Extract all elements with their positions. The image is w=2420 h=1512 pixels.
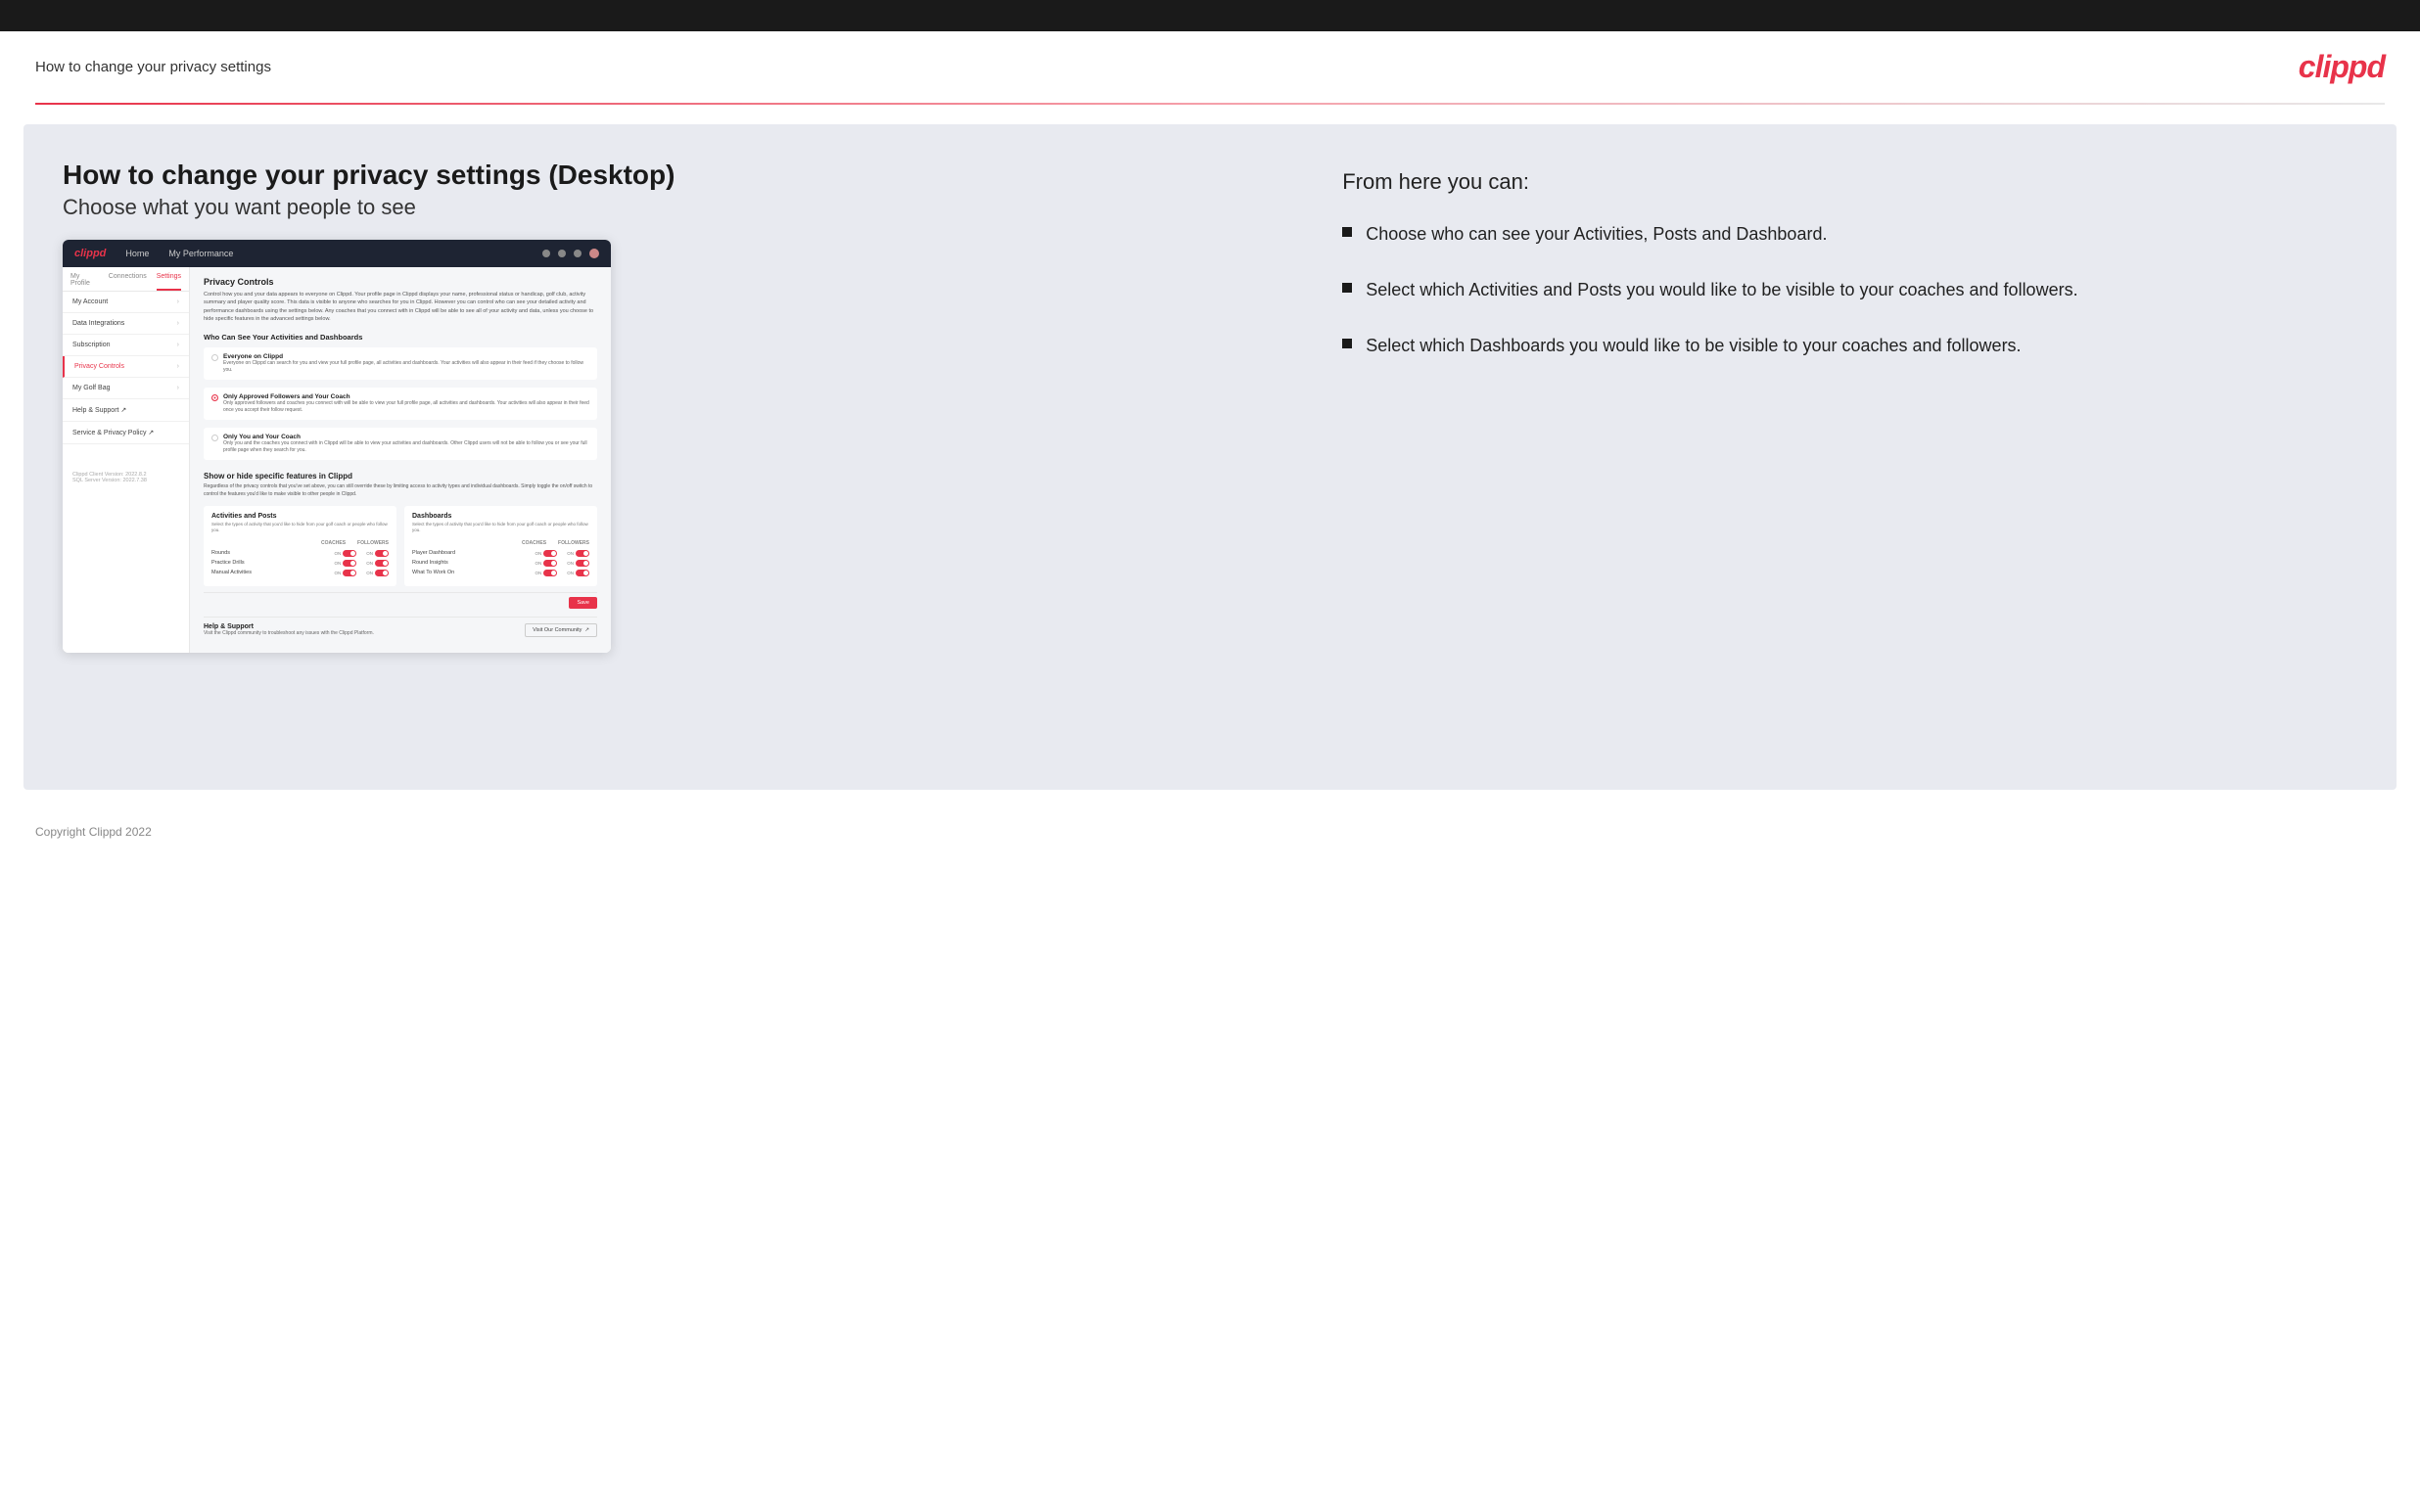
chevron-icon: › bbox=[177, 320, 179, 327]
toggle-drills-coaches bbox=[343, 560, 356, 567]
bullet-square-3 bbox=[1342, 339, 1352, 348]
page-subheading: Choose what you want people to see bbox=[63, 195, 1303, 220]
screenshot-mockup: clippd Home My Performance My Profile Co… bbox=[63, 240, 611, 653]
mockup-sidebar-golfbag: My Golf Bag› bbox=[63, 378, 189, 399]
toggle-insights-coaches bbox=[543, 560, 557, 567]
mockup-logo: clippd bbox=[74, 248, 106, 259]
mockup-save-row: Save bbox=[204, 592, 597, 609]
chevron-icon: › bbox=[177, 363, 179, 370]
toggle-player-coaches bbox=[543, 550, 557, 557]
mockup-show-hide-title: Show or hide specific features in Clippd bbox=[204, 472, 597, 481]
mockup-tab-profile: My Profile bbox=[70, 273, 99, 291]
toggle-insights-followers bbox=[576, 560, 589, 567]
mockup-nav-home: Home bbox=[125, 249, 149, 258]
mockup-tabs: My Profile Connections Settings bbox=[63, 267, 189, 292]
mockup-section-title: Privacy Controls bbox=[204, 277, 597, 287]
bullet-item-2: Select which Activities and Posts you wo… bbox=[1342, 278, 2357, 302]
mockup-visit-community-button: Visit Our Community ↗ bbox=[525, 623, 597, 637]
bullet-item-3: Select which Dashboards you would like t… bbox=[1342, 334, 2357, 358]
chevron-icon: › bbox=[177, 385, 179, 391]
toggle-rounds-followers bbox=[375, 550, 389, 557]
radio-dot-only-you bbox=[211, 435, 218, 441]
mockup-sidebar: My Profile Connections Settings My Accou… bbox=[63, 267, 190, 653]
logo: clippd bbox=[2299, 49, 2385, 85]
mockup-radio-everyone: Everyone on Clippd Everyone on Clippd ca… bbox=[204, 347, 597, 380]
mockup-sidebar-privacy: Privacy Controls› bbox=[63, 356, 189, 378]
mockup-help-row: Help & Support Visit the Clippd communit… bbox=[204, 617, 597, 643]
bullet-text-3: Select which Dashboards you would like t… bbox=[1366, 334, 2021, 358]
mockup-activities-card: Activities and Posts Select the types of… bbox=[204, 506, 396, 586]
toggle-manual-coaches bbox=[343, 570, 356, 576]
toggle-row-round-insights: Round Insights ON ON bbox=[412, 560, 589, 567]
toggle-drills-followers bbox=[375, 560, 389, 567]
chevron-icon: › bbox=[177, 298, 179, 305]
bullet-square-1 bbox=[1342, 227, 1352, 237]
bullet-square-2 bbox=[1342, 283, 1352, 293]
mockup-bell-icon bbox=[574, 250, 582, 257]
mockup-sidebar-help: Help & Support ↗ bbox=[63, 399, 189, 422]
mockup-search-icon bbox=[542, 250, 550, 257]
mockup-show-hide-desc: Regardless of the privacy controls that … bbox=[204, 483, 597, 498]
toggle-row-what-to-work: What To Work On ON ON bbox=[412, 570, 589, 576]
mockup-navbar: clippd Home My Performance bbox=[63, 240, 611, 267]
mockup-sidebar-data: Data Integrations› bbox=[63, 313, 189, 335]
toggle-work-coaches bbox=[543, 570, 557, 576]
mockup-who-can-see-title: Who Can See Your Activities and Dashboar… bbox=[204, 333, 597, 342]
radio-dot-everyone bbox=[211, 354, 218, 361]
toggle-row-rounds: Rounds ON ON bbox=[211, 550, 389, 557]
mockup-sidebar-footer: Clippd Client Version: 2022.8.2 SQL Serv… bbox=[63, 464, 189, 491]
mockup-avatar bbox=[589, 249, 599, 258]
bullet-text-1: Choose who can see your Activities, Post… bbox=[1366, 222, 1827, 247]
mockup-tab-connections: Connections bbox=[109, 273, 147, 291]
toggle-player-followers bbox=[576, 550, 589, 557]
toggle-manual-followers bbox=[375, 570, 389, 576]
page-heading: How to change your privacy settings (Des… bbox=[63, 160, 1303, 191]
mockup-nav-performance: My Performance bbox=[168, 249, 233, 258]
toggle-row-player-dashboard: Player Dashboard ON ON bbox=[412, 550, 589, 557]
bullet-text-2: Select which Activities and Posts you wo… bbox=[1366, 278, 2077, 302]
mockup-sidebar-subscription: Subscription› bbox=[63, 335, 189, 356]
mockup-body: My Profile Connections Settings My Accou… bbox=[63, 267, 611, 653]
mockup-radio-followers: Only Approved Followers and Your Coach O… bbox=[204, 388, 597, 420]
mockup-tab-settings: Settings bbox=[157, 273, 181, 291]
toggle-row-manual: Manual Activities ON ON bbox=[211, 570, 389, 576]
footer-text: Copyright Clippd 2022 bbox=[35, 825, 152, 839]
mockup-grid-icon bbox=[558, 250, 566, 257]
toggle-row-drills: Practice Drills ON ON bbox=[211, 560, 389, 567]
header-divider bbox=[35, 103, 2385, 105]
from-here-title: From here you can: bbox=[1342, 169, 2357, 195]
bullet-item-1: Choose who can see your Activities, Post… bbox=[1342, 222, 2357, 247]
header-title: How to change your privacy settings bbox=[35, 59, 271, 75]
mockup-sidebar-account: My Account› bbox=[63, 292, 189, 313]
mockup-nav-right bbox=[542, 249, 599, 258]
toggle-rounds-coaches bbox=[343, 550, 356, 557]
left-column: How to change your privacy settings (Des… bbox=[63, 160, 1303, 755]
main-content: How to change your privacy settings (Des… bbox=[23, 124, 2397, 790]
footer: Copyright Clippd 2022 bbox=[0, 809, 2420, 854]
top-bar bbox=[0, 0, 2420, 31]
toggle-work-followers bbox=[576, 570, 589, 576]
mockup-show-hide-section: Show or hide specific features in Clippd… bbox=[204, 472, 597, 643]
mockup-sidebar-service: Service & Privacy Policy ↗ bbox=[63, 422, 189, 444]
bullet-list: Choose who can see your Activities, Post… bbox=[1342, 222, 2357, 359]
mockup-section-desc: Control how you and your data appears to… bbox=[204, 291, 597, 323]
mockup-radio-only-you: Only You and Your Coach Only you and the… bbox=[204, 428, 597, 460]
radio-dot-followers bbox=[211, 394, 218, 401]
header: How to change your privacy settings clip… bbox=[0, 31, 2420, 103]
mockup-save-button: Save bbox=[569, 597, 597, 609]
right-column: From here you can: Choose who can see yo… bbox=[1342, 160, 2357, 755]
mockup-toggles-row: Activities and Posts Select the types of… bbox=[204, 506, 597, 586]
chevron-icon: › bbox=[177, 342, 179, 348]
mockup-dashboards-card: Dashboards Select the types of activity … bbox=[404, 506, 597, 586]
mockup-main-panel: Privacy Controls Control how you and you… bbox=[190, 267, 611, 653]
mockup-radio-group: Everyone on Clippd Everyone on Clippd ca… bbox=[204, 347, 597, 460]
